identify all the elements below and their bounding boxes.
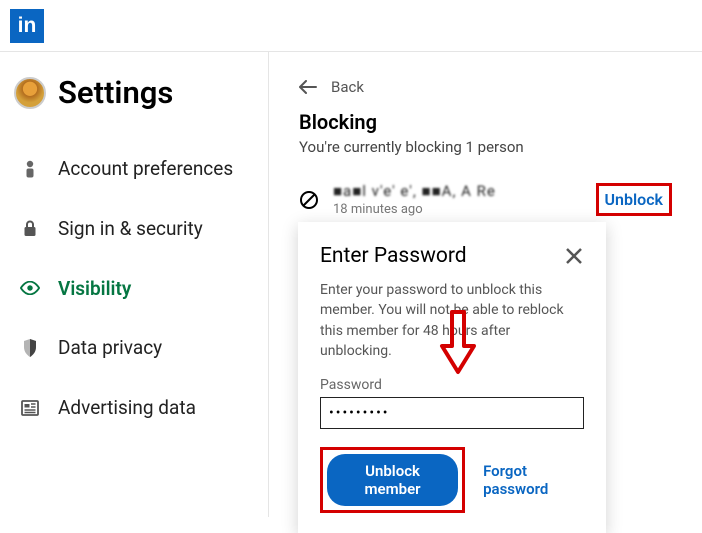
- linkedin-logo[interactable]: in: [10, 9, 44, 43]
- forgot-password-link[interactable]: Forgot password: [483, 462, 584, 498]
- sidebar-item-label: Data privacy: [58, 336, 162, 360]
- sidebar-item-data-privacy[interactable]: Data privacy: [10, 318, 268, 378]
- sidebar-item-sign-in-security[interactable]: Sign in & security: [10, 199, 268, 259]
- block-icon: [299, 190, 319, 210]
- unblock-button[interactable]: Unblock: [596, 183, 672, 216]
- annotation-highlight: Unblock member: [320, 447, 465, 513]
- modal-title: Enter Password: [320, 244, 467, 268]
- back-label: Back: [331, 78, 364, 96]
- sidebar-header: Settings: [10, 70, 268, 139]
- shield-icon: [20, 338, 40, 358]
- arrow-left-icon: [299, 80, 317, 94]
- modal-header: Enter Password: [320, 244, 584, 268]
- newspaper-icon: [20, 400, 40, 416]
- close-icon[interactable]: [564, 246, 584, 266]
- sidebar-item-label: Visibility: [58, 277, 131, 301]
- sidebar-item-visibility[interactable]: Visibility: [10, 259, 268, 319]
- sidebar-item-account-preferences[interactable]: Account preferences: [10, 139, 268, 199]
- sidebar-item-label: Advertising data: [58, 396, 196, 420]
- blocked-member-time: 18 minutes ago: [333, 202, 496, 217]
- sidebar-item-advertising-data[interactable]: Advertising data: [10, 378, 268, 438]
- global-topbar: in: [0, 0, 702, 52]
- blocked-member-name: ■a■l v'e' e', ■■A, A Re: [333, 182, 496, 200]
- blocked-member-info: ■a■l v'e' e', ■■A, A Re 18 minutes ago: [333, 182, 496, 217]
- page-title: Settings: [58, 74, 173, 111]
- password-label: Password: [320, 377, 584, 393]
- section-subtitle: You're currently blocking 1 person: [299, 138, 672, 156]
- blocked-member-row: ■a■l v'e' e', ■■A, A Re 18 minutes ago U…: [299, 182, 672, 217]
- modal-description: Enter your password to unblock this memb…: [320, 280, 584, 361]
- settings-sidebar: Settings Account preferences Sign in & s…: [0, 52, 268, 517]
- back-button[interactable]: Back: [299, 78, 672, 96]
- section-title: Blocking: [299, 110, 672, 134]
- enter-password-modal: Enter Password Enter your password to un…: [298, 222, 606, 533]
- sidebar-item-label: Account preferences: [58, 157, 233, 181]
- modal-actions: Unblock member Forgot password: [320, 447, 584, 513]
- lock-icon: [20, 220, 40, 238]
- eye-icon: [20, 281, 40, 295]
- person-icon: [20, 159, 40, 179]
- avatar[interactable]: [14, 77, 46, 109]
- sidebar-item-label: Sign in & security: [58, 217, 203, 241]
- password-input[interactable]: [320, 397, 584, 429]
- unblock-member-button[interactable]: Unblock member: [327, 454, 458, 506]
